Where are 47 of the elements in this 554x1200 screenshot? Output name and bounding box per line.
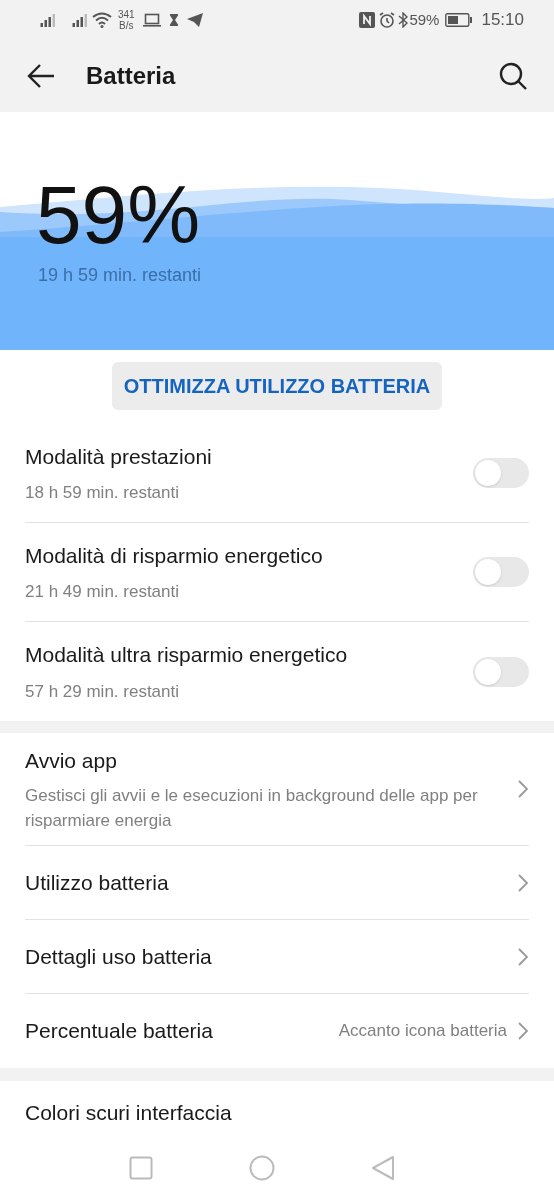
setting-subtitle: 57 h 29 min. restanti (25, 680, 181, 703)
back-button-icon[interactable] (371, 1155, 395, 1181)
chevron-right-icon (517, 872, 529, 893)
chevron-right-icon (517, 946, 529, 967)
wifi-icon (92, 12, 112, 28)
battery-icon (445, 13, 474, 27)
signal-icon (72, 13, 88, 27)
setting-subtitle: 18 h 59 min. restanti (25, 482, 181, 504)
settings-row[interactable]: Dettagli uso batteria (25, 920, 529, 994)
laptop-icon (142, 13, 161, 27)
alarm-icon (379, 12, 396, 28)
setting-description: Gestisci gli avvii e le esecuzioni in background delle app per risparmiare energia (25, 784, 479, 832)
setting-title: Modalità prestazioni (25, 443, 213, 470)
battery-percent: 59% (409, 9, 440, 30)
setting-title: Colori scuri interfaccia (25, 1101, 232, 1124)
setting-subtitle: 21 h 49 min. restanti (25, 581, 181, 603)
battery-percentage: 59% (36, 172, 202, 258)
remaining-time: 19 h 59 min. restanti (38, 264, 202, 287)
page-title: Batteria (86, 61, 176, 91)
search-icon[interactable] (498, 61, 528, 91)
clock-time: 15:10 (481, 9, 524, 32)
setting-title: Dettagli uso batteria (25, 943, 213, 970)
setting-title: Avvio app (25, 748, 118, 775)
toggle-switch[interactable] (473, 656, 529, 687)
setting-title: Modalità di risparmio energetico (25, 542, 324, 569)
nfc-icon (359, 12, 376, 28)
home-button-icon[interactable] (249, 1155, 275, 1181)
net-speed-text: 341 (118, 9, 135, 20)
net-speed-unit: B/s (119, 20, 134, 31)
hourglass-icon (168, 14, 179, 26)
setting-title: Utilizzo batteria (25, 869, 170, 896)
chevron-right-icon (517, 779, 529, 799)
recents-button-icon[interactable] (129, 1156, 153, 1180)
setting-title: Modalità ultra risparmio energetico (25, 642, 349, 668)
settings-row[interactable]: Avvio app Gestisci gli avvii e le esecuzioni in background delle app per risparmiare energia (25, 733, 529, 846)
settings-row[interactable]: Percentuale batteria Accanto icona batteria (25, 994, 529, 1068)
optimize-button[interactable]: OTTIMIZZA UTILIZZO BATTERIA (111, 362, 443, 410)
back-arrow-icon[interactable] (26, 63, 56, 89)
send-icon (186, 13, 203, 27)
signal-icon (40, 13, 56, 27)
chevron-right-icon (517, 1021, 529, 1041)
setting-title: Percentuale batteria (25, 1018, 214, 1045)
bluetooth-icon (398, 12, 409, 28)
settings-row[interactable]: Utilizzo batteria (25, 846, 529, 920)
toggle-switch[interactable] (473, 458, 529, 488)
setting-value: Accanto icona batteria (338, 1020, 507, 1043)
toggle-switch[interactable] (473, 557, 529, 587)
